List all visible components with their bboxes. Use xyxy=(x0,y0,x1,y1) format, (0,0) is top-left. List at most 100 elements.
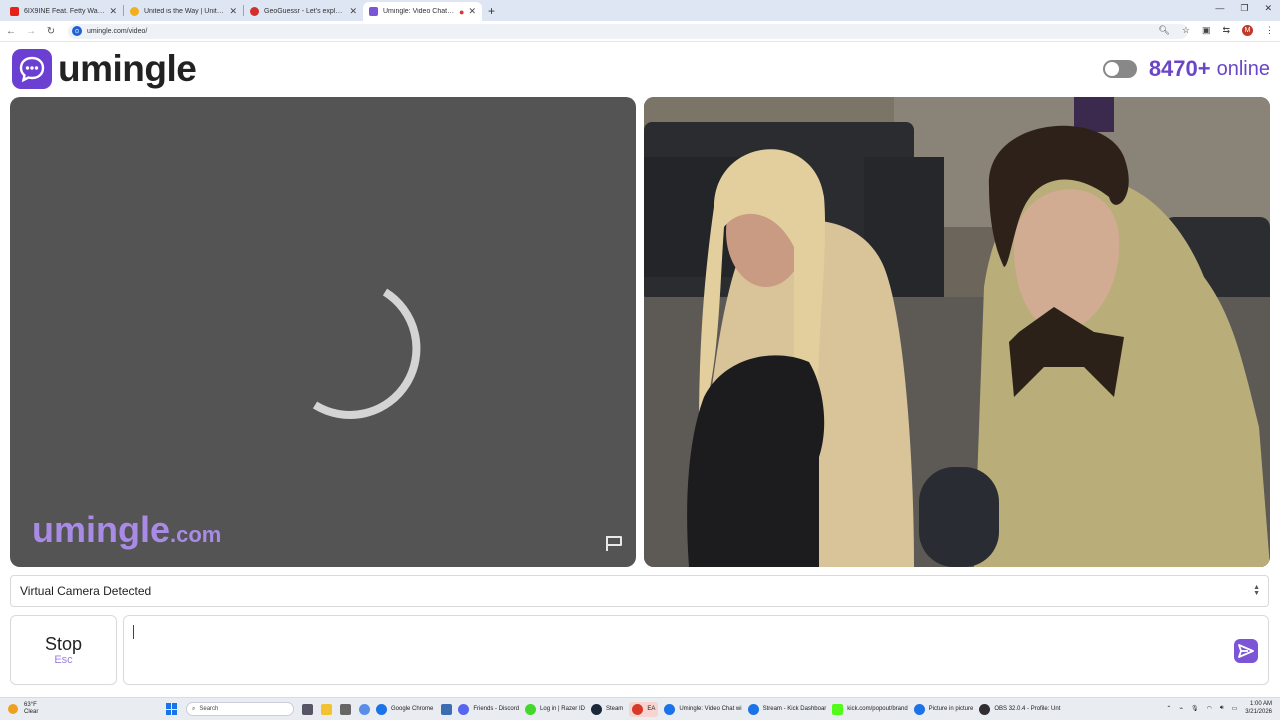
taskbar-app-kick-popout[interactable]: kick.com/popout/brand xyxy=(832,703,908,715)
online-status: 8470+ online xyxy=(1102,56,1270,82)
chat-message-input[interactable] xyxy=(123,615,1269,685)
taskbar-search[interactable]: ⌕ Search xyxy=(186,702,294,716)
taskbar-app-label: Umingle: Video Chat wi xyxy=(679,706,742,712)
site-info-icon[interactable]: ⊙ xyxy=(72,26,82,36)
browser-tab-4-active[interactable]: Umingle: Video Chat with Str ● ✕ xyxy=(363,2,482,21)
chat-bubble-icon xyxy=(12,49,52,89)
taskbar-app-ea[interactable]: EA xyxy=(629,701,659,717)
stop-shortcut-hint: Esc xyxy=(54,654,73,666)
network-icon[interactable]: ⌁ xyxy=(1179,705,1183,712)
taskbar-app-label: Steam xyxy=(605,706,624,712)
bookmark-star-icon[interactable]: ☆ xyxy=(1182,25,1190,36)
reload-icon[interactable]: ↻ xyxy=(42,26,60,37)
local-video-panel: umingle.com xyxy=(10,97,636,567)
zoom-icon[interactable]: 🔍︎ xyxy=(1158,25,1169,36)
camera-select-value: Virtual Camera Detected xyxy=(20,584,152,598)
address-bar[interactable]: ⊙ umingle.com/video/ xyxy=(68,23,1188,39)
file-explorer-icon[interactable] xyxy=(321,703,332,715)
tab-title: 6IX9INE Feat. Fetty Wap & A Bo xyxy=(24,8,105,15)
browser-tab-1[interactable]: 6IX9INE Feat. Fetty Wap & A Bo ✕ xyxy=(4,2,123,21)
umingle-logo[interactable]: umingle xyxy=(12,48,197,90)
taskbar-app-pip[interactable]: Picture in picture xyxy=(913,703,974,715)
unitedway-icon xyxy=(130,7,139,16)
taskbar-app-obs[interactable]: OBS 32.0.4 - Profile: Unt xyxy=(979,703,1061,715)
stop-button[interactable]: Stop Esc xyxy=(10,615,117,685)
discord-icon xyxy=(458,703,470,715)
taskbar-app-label: Friends - Discord xyxy=(473,706,520,712)
os-taskbar: 63°F Clear ⌕ Search Google Chrome Friend… xyxy=(0,697,1280,720)
taskbar-app-label: EA xyxy=(647,706,656,712)
ea-icon xyxy=(632,703,644,715)
watermark-main: umingle xyxy=(32,509,171,550)
geoguessr-icon xyxy=(250,7,259,16)
system-tray: ⌃ ⌁ 🎙︎ ◠ 🔊︎ ▭ 1:00 AM 3/21/2026 xyxy=(1166,700,1272,716)
chevron-updown-icon: ▲ ▼ xyxy=(1253,584,1260,597)
kick-icon xyxy=(832,703,844,715)
razer-icon xyxy=(525,703,537,715)
taskbar-app-kick-dashboard[interactable]: Stream - Kick Dashboar xyxy=(747,703,827,715)
minimize-icon[interactable]: — xyxy=(1215,3,1224,14)
extensions-icon[interactable]: ⇆ xyxy=(1222,25,1230,36)
umingle-watermark: umingle.com xyxy=(32,509,221,551)
taskbar-app-chrome[interactable]: Google Chrome xyxy=(376,703,434,715)
taskbar-app-label: Stream - Kick Dashboar xyxy=(762,706,827,712)
task-view-icon[interactable] xyxy=(302,703,313,715)
taskbar-app-steam[interactable]: Steam xyxy=(590,703,624,715)
new-tab-button[interactable]: + xyxy=(488,4,495,18)
weather-widget[interactable]: 63°F Clear xyxy=(8,702,158,716)
theme-toggle[interactable] xyxy=(1102,60,1137,78)
maximize-icon[interactable]: ❐ xyxy=(1240,3,1248,14)
close-tab-icon[interactable]: ✕ xyxy=(109,6,117,17)
clock-time: 1:00 AM xyxy=(1249,701,1272,707)
taskbar-app-discord[interactable]: Friends - Discord xyxy=(458,703,520,715)
volume-icon[interactable]: 🔊︎ xyxy=(1220,705,1224,712)
url-text: umingle.com/video/ xyxy=(87,27,148,35)
windows-start-icon[interactable] xyxy=(166,703,178,715)
tab-title: United is the Way | United Way xyxy=(144,8,225,15)
menu-kebab-icon[interactable]: ⋮ xyxy=(1265,25,1274,36)
chrome-icon xyxy=(376,703,387,715)
stop-label: Stop xyxy=(44,634,83,654)
calculator-icon[interactable] xyxy=(340,703,351,715)
monitor-icon[interactable] xyxy=(441,703,453,715)
stranger-video-frame xyxy=(644,97,1270,567)
report-flag-icon[interactable] xyxy=(604,534,624,552)
taskbar-app-label: Google Chrome xyxy=(391,706,434,712)
search-icon: ⌕ xyxy=(192,705,196,712)
profile-avatar[interactable]: M xyxy=(1242,25,1253,36)
chrome-icon xyxy=(747,703,759,715)
browser-toolbar: ← → ↻ ⊙ umingle.com/video/ 🔍︎ ☆ ▣ ⇆ M ⋮ xyxy=(0,21,1280,42)
copilot-icon[interactable] xyxy=(359,703,370,715)
send-button[interactable] xyxy=(1234,639,1258,663)
steam-icon xyxy=(590,703,602,715)
camera-select[interactable]: Virtual Camera Detected ▲ ▼ xyxy=(10,575,1269,607)
forward-arrow-icon[interactable]: → xyxy=(22,26,40,37)
tray-overflow-icon[interactable]: ⌃ xyxy=(1166,705,1171,712)
close-tab-icon[interactable]: ✕ xyxy=(468,6,476,17)
chrome-icon xyxy=(913,703,925,715)
browser-tab-3[interactable]: GeoGuessr - Let's explore the w ✕ xyxy=(244,2,363,21)
taskbar-app-razer[interactable]: Log in | Razer ID xyxy=(525,703,585,715)
battery-icon[interactable]: ▭ xyxy=(1232,705,1238,712)
microphone-icon[interactable]: 🎙︎ xyxy=(1191,705,1199,712)
text-caret xyxy=(133,625,134,639)
back-arrow-icon[interactable]: ← xyxy=(2,26,20,37)
weather-temp: 63°F xyxy=(24,702,37,708)
taskbar-app-label: Picture in picture xyxy=(928,706,974,712)
taskbar-app-umingle[interactable]: Umingle: Video Chat wi xyxy=(664,703,742,715)
clock-date: 3/21/2026 xyxy=(1245,709,1272,715)
umingle-tab-icon xyxy=(369,7,378,16)
toolbar-actions: 🔍︎ ☆ ▣ ⇆ M ⋮ xyxy=(1158,25,1274,36)
system-clock[interactable]: 1:00 AM 3/21/2026 xyxy=(1245,700,1272,716)
online-count: 8470+ xyxy=(1148,56,1211,81)
online-label: online xyxy=(1216,57,1270,80)
wifi-icon[interactable]: ◠ xyxy=(1207,705,1212,712)
close-window-icon[interactable]: ✕ xyxy=(1264,3,1272,14)
close-tab-icon[interactable]: ✕ xyxy=(229,6,237,17)
taskbar-app-label: OBS 32.0.4 - Profile: Unt xyxy=(994,706,1061,712)
sidepanel-icon[interactable]: ▣ xyxy=(1202,25,1211,36)
browser-tab-2[interactable]: United is the Way | United Way ✕ xyxy=(124,2,243,21)
tab-title: GeoGuessr - Let's explore the w xyxy=(264,8,346,15)
window-controls: — ❐ ✕ xyxy=(1215,3,1272,14)
close-tab-icon[interactable]: ✕ xyxy=(349,6,357,17)
